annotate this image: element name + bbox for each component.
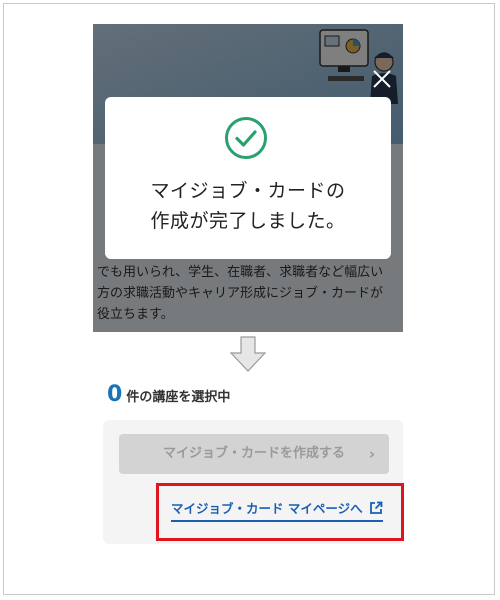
dialog-message-line2: 作成が完了しました。: [150, 210, 346, 232]
down-arrow-icon: [229, 336, 267, 372]
mypage-link[interactable]: マイジョブ・カード マイページへ: [171, 498, 383, 522]
mypage-link-label: マイジョブ・カード マイページへ: [171, 501, 363, 516]
external-link-icon: [369, 501, 383, 514]
dialog-message: マイジョブ・カードの 作成が完了しました。: [105, 176, 391, 236]
close-icon[interactable]: [371, 68, 393, 90]
count-value: 0: [107, 382, 123, 407]
check-circle-icon: [225, 117, 267, 159]
hero-section: でも用いられ、学生、在職者、求職者など幅広い 方の求職活動やキャリア形成にジョブ…: [93, 24, 403, 332]
selected-course-count: 0 件の講座を選択中: [107, 382, 230, 407]
completion-dialog: マイジョブ・カードの 作成が完了しました。: [105, 97, 391, 259]
count-label: 件の講座を選択中: [126, 390, 231, 405]
create-job-card-button[interactable]: マイジョブ・カードを作成する ›: [119, 434, 389, 474]
create-button-label: マイジョブ・カードを作成する: [162, 446, 345, 461]
highlight-box: マイジョブ・カード マイページへ: [156, 483, 404, 541]
dialog-message-line1: マイジョブ・カードの: [150, 180, 346, 202]
mobile-screen: でも用いられ、学生、在職者、求職者など幅広い 方の求職活動やキャリア形成にジョブ…: [93, 24, 403, 544]
chevron-right-icon: ›: [368, 445, 375, 463]
